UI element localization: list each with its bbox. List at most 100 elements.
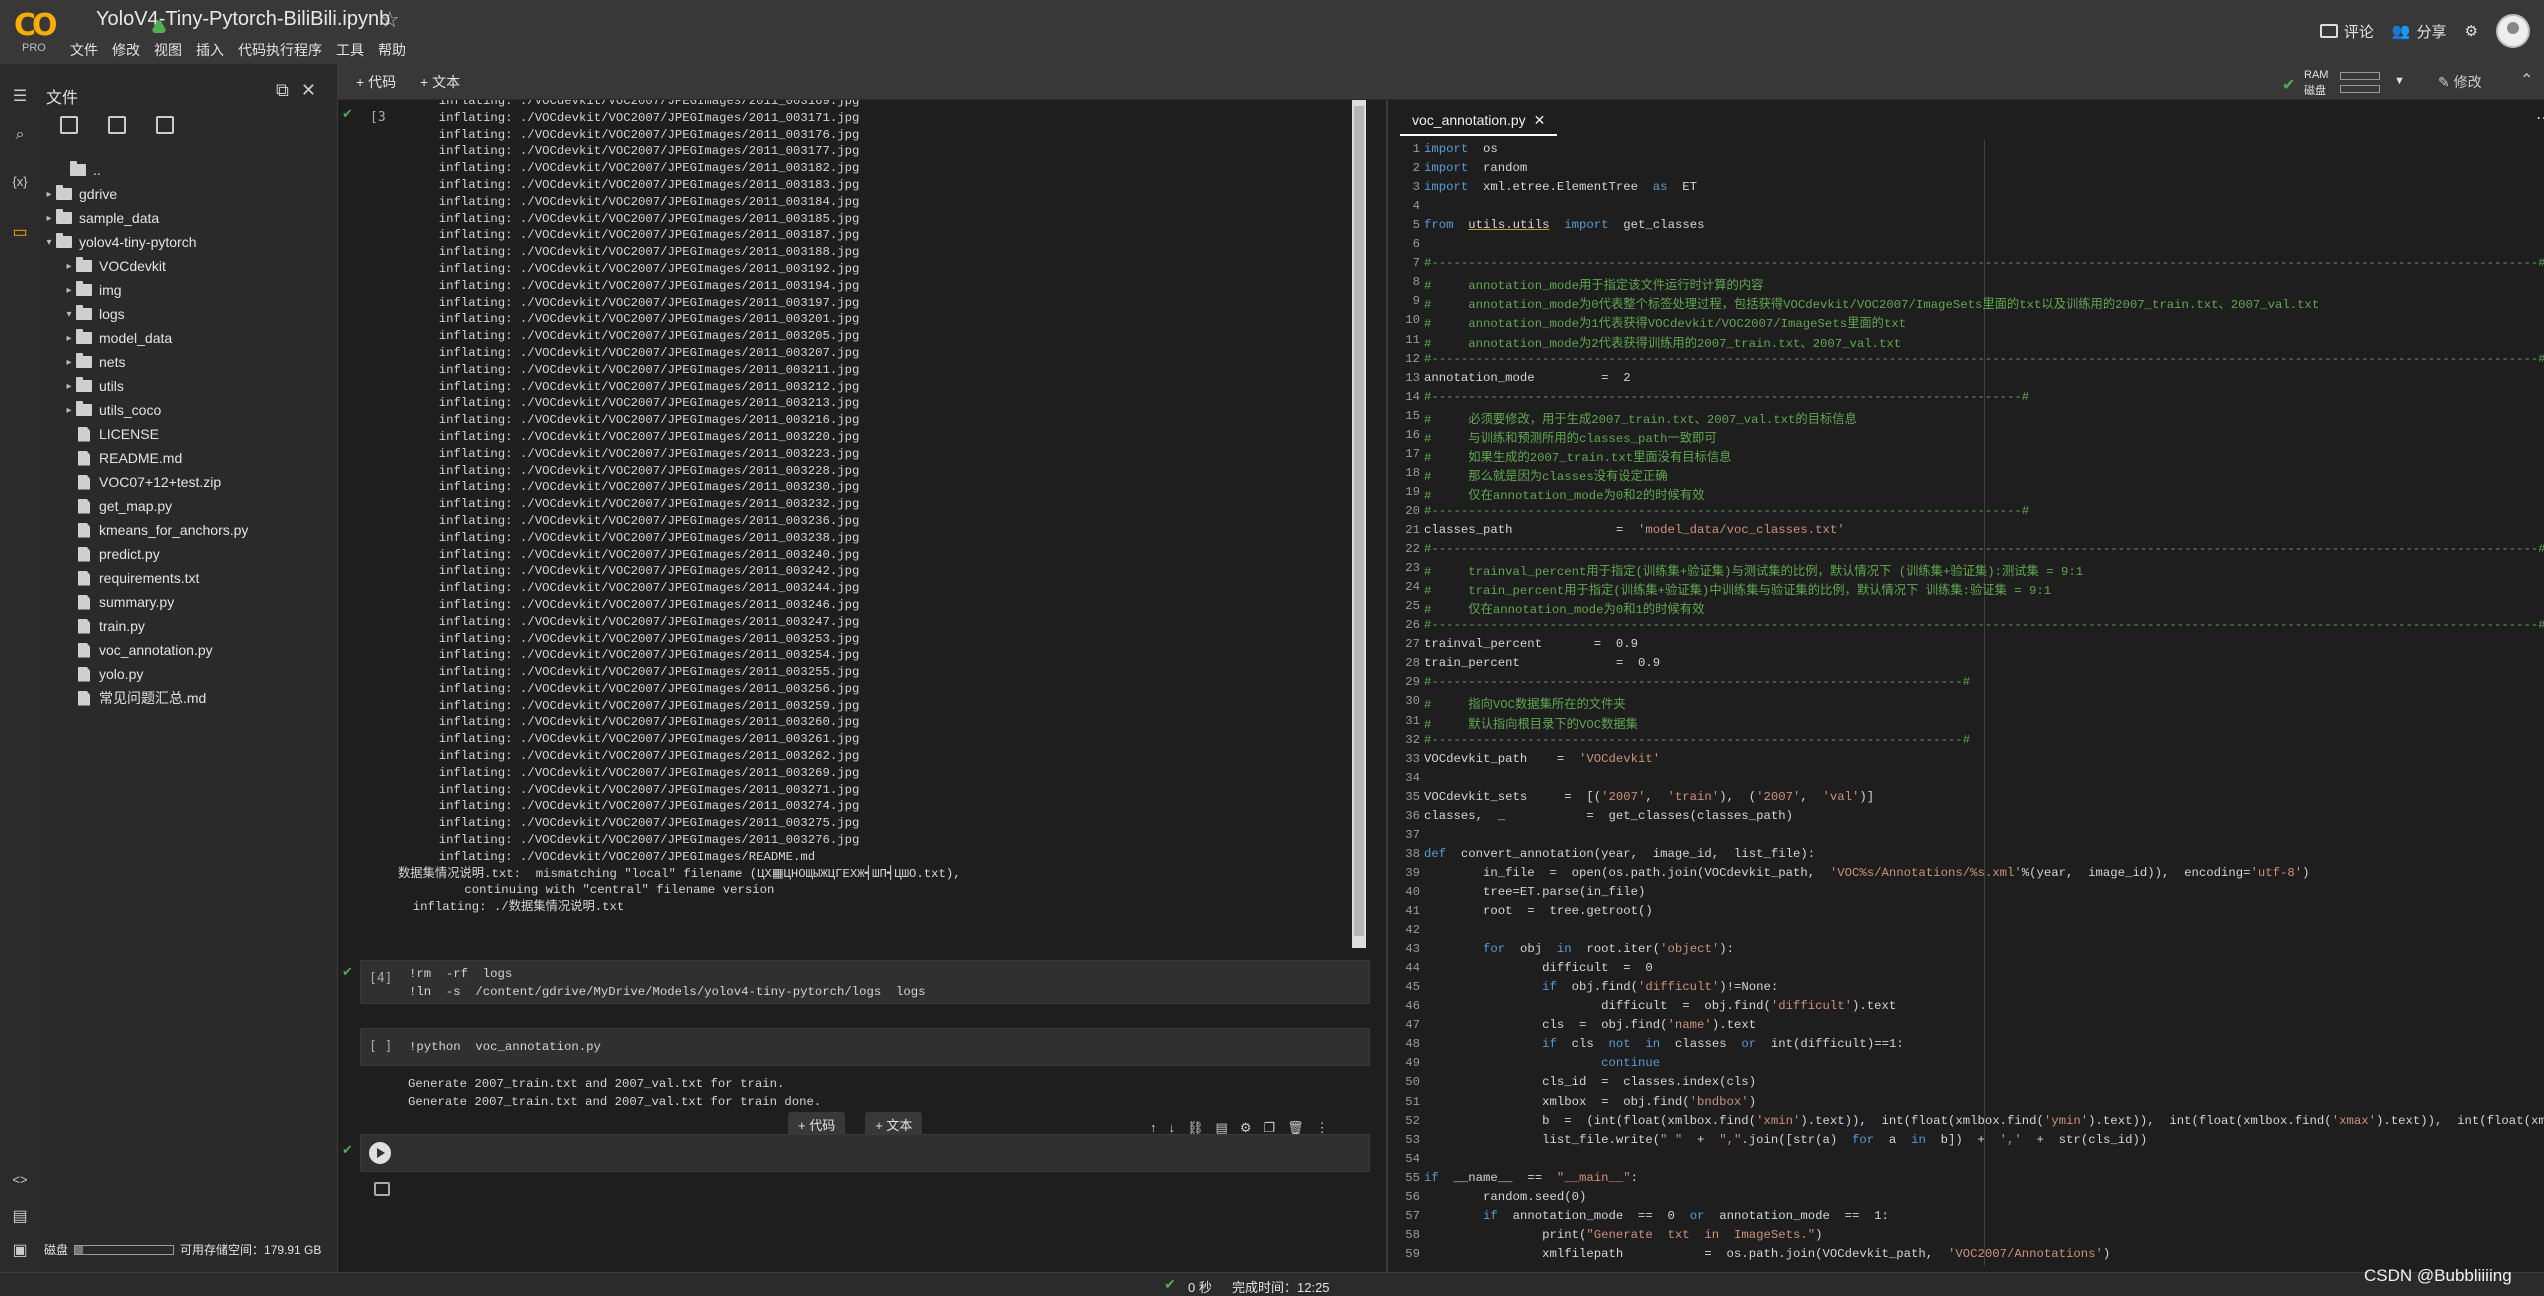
upload-icon[interactable] (60, 116, 78, 134)
menu-item-0[interactable]: 文件 (70, 40, 98, 60)
file-tree-item[interactable]: get_map.py (40, 494, 338, 518)
close-icon[interactable]: ✕ (301, 80, 316, 100)
line-number: 52 (1405, 1113, 1420, 1128)
file-tree-item[interactable]: ▸ utils_coco (40, 398, 338, 422)
chevron-right-icon[interactable]: ▸ (62, 261, 76, 272)
output-scrollbar-thumb[interactable] (1354, 106, 1364, 936)
file-tree-item[interactable]: summary.py (40, 590, 338, 614)
menu-item-4[interactable]: 代码执行程序 (238, 40, 322, 60)
chevron-down-icon[interactable]: ▼ (2394, 75, 2405, 87)
chevron-right-icon[interactable]: ▸ (62, 333, 76, 344)
line-number: 13 (1405, 370, 1420, 385)
menu-item-5[interactable]: 工具 (336, 40, 364, 60)
chevron-right-icon[interactable]: ▸ (42, 189, 56, 200)
code-cell-4[interactable]: [4] !rm -rf logs !ln -s /content/gdrive/M… (360, 960, 1370, 1004)
chevron-down-icon[interactable]: ▾ (42, 237, 56, 248)
collapse-icon[interactable]: ⌃ (2520, 70, 2533, 90)
file-tree-item[interactable]: ▸ gdrive (40, 182, 338, 206)
cell5-code[interactable]: !python voc_annotation.py (409, 1038, 601, 1056)
code-line: #---------------------------------------… (1424, 732, 1971, 747)
menu-item-1[interactable]: 修改 (112, 40, 140, 60)
file-tree-item[interactable]: predict.py (40, 542, 338, 566)
file-tree-item[interactable]: .. (40, 158, 338, 182)
file-tree-label: gdrive (79, 186, 118, 202)
file-tree-item[interactable]: ▸ sample_data (40, 206, 338, 230)
menu-item-3[interactable]: 插入 (196, 40, 224, 60)
file-tree-item[interactable]: ▸ nets (40, 350, 338, 374)
command-palette-icon[interactable]: ▤ (8, 1206, 32, 1230)
search-icon[interactable]: ⌕ (8, 126, 32, 150)
output-scrollbar[interactable] (1352, 100, 1366, 948)
menu-item-2[interactable]: 视图 (154, 40, 182, 60)
output-line: inflating: ./VOCdevkit/VOC2007/JPEGImage… (424, 312, 860, 327)
output-line: inflating: ./VOCdevkit/VOC2007/JPEGImage… (424, 127, 860, 142)
line-number: 59 (1405, 1246, 1420, 1261)
chevron-right-icon[interactable]: ▸ (62, 285, 76, 296)
line-number: 27 (1405, 637, 1420, 652)
file-tree-item[interactable]: VOC07+12+test.zip (40, 470, 338, 494)
settings-button[interactable]: ⚙ (2465, 22, 2478, 40)
folder-icon (76, 281, 92, 296)
run-cell-button[interactable] (369, 1142, 391, 1164)
empty-code-cell[interactable] (360, 1134, 1370, 1172)
edit-button[interactable]: ✎ 修改 (2438, 72, 2482, 92)
new-window-icon[interactable]: ⧉ (276, 80, 289, 100)
file-tree-item[interactable]: train.py (40, 614, 338, 638)
code-line: # 指向VOC数据集所在的文件夹 (1424, 698, 1626, 713)
refresh-icon[interactable] (108, 116, 126, 134)
avatar[interactable] (2496, 14, 2530, 48)
chevron-right-icon[interactable]: ▸ (62, 381, 76, 392)
cell4-code[interactable]: !rm -rf logs !ln -s /content/gdrive/MyDri… (409, 965, 926, 1001)
ram-bar (2340, 72, 2380, 80)
menu-icon[interactable]: ☰ (8, 86, 32, 110)
file-tree-item[interactable]: kmeans_for_anchors.py (40, 518, 338, 542)
line-number: 33 (1405, 751, 1420, 766)
cell6-status-icon: ✔ (342, 1142, 353, 1157)
disk-usage: 磁盘 可用存储空间：179.91 GB (44, 1241, 334, 1258)
add-code-button[interactable]: + 代码 (356, 72, 396, 92)
more-icon[interactable]: ⋯ (2536, 108, 2544, 128)
file-tree-item[interactable]: ▸ model_data (40, 326, 338, 350)
folder-icon[interactable]: ▭ (8, 222, 32, 246)
code-snippets-icon[interactable]: <> (8, 1172, 32, 1196)
output-icon[interactable] (374, 1182, 390, 1196)
terminal-icon[interactable]: ▣ (8, 1240, 32, 1264)
variables-icon[interactable]: {x} (8, 174, 32, 198)
comment-button[interactable]: 评论 (2319, 21, 2374, 42)
output-line: 数据集情况说明.txt: mismatching "local" filenam… (398, 866, 961, 881)
code-line: # train_percent用于指定(训练集+验证集)中训练集与验证集的比例，… (1424, 584, 2052, 599)
chevron-right-icon[interactable]: ▸ (62, 357, 76, 368)
colab-logo[interactable]: CO PRO (12, 8, 60, 54)
cell4-status-icon: ✔ (342, 964, 353, 979)
output-line: inflating: ./VOCdevkit/VOC2007/JPEGImage… (424, 665, 860, 680)
file-tree-item[interactable]: requirements.txt (40, 566, 338, 590)
file-tree-item[interactable]: LICENSE (40, 422, 338, 446)
resource-indicator[interactable]: ✔ RAM 磁盘 ▼ (2282, 67, 2422, 97)
add-text-button[interactable]: + 文本 (420, 72, 460, 92)
file-tree-item[interactable]: 常见问题汇总.md (40, 686, 338, 710)
line-number: 18 (1405, 465, 1420, 480)
chevron-right-icon[interactable]: ▸ (62, 405, 76, 416)
file-tree-item[interactable]: ▸ img (40, 278, 338, 302)
notebook-title[interactable]: YoloV4-Tiny-Pytorch-BiliBili.ipynb (76, 8, 390, 33)
file-tree-item[interactable]: ▾ yolov4-tiny-pytorch (40, 230, 338, 254)
file-tree-item[interactable]: yolo.py (40, 662, 338, 686)
output-line: inflating: ./VOCdevkit/VOC2007/JPEGImage… (424, 698, 860, 713)
chevron-right-icon[interactable]: ▸ (42, 213, 56, 224)
file-tree-item[interactable]: voc_annotation.py (40, 638, 338, 662)
file-tree-item[interactable]: ▾ logs (40, 302, 338, 326)
share-button[interactable]: 👥 分享 (2392, 21, 2447, 42)
code-cell-5[interactable]: [ ] !python voc_annotation.py (360, 1028, 1370, 1066)
file-tree-item[interactable]: README.md (40, 446, 338, 470)
close-tab-icon[interactable]: ✕ (1534, 112, 1546, 128)
line-number: 48 (1405, 1037, 1420, 1052)
file-tree-item[interactable]: ▸ VOCdevkit (40, 254, 338, 278)
menu-item-6[interactable]: 帮助 (378, 40, 406, 60)
code-line: # annotation_mode为2代表获得训练用的2007_train.tx… (1424, 336, 1902, 351)
editor-code[interactable]: 1 import os 2 import random 3 import xml.etre… (1398, 140, 2544, 1266)
star-icon[interactable]: ☆ (380, 7, 400, 33)
tab-voc-annotation[interactable]: voc_annotation.py ✕ (1400, 104, 1558, 136)
file-tree-item[interactable]: ▸ utils (40, 374, 338, 398)
mount-drive-icon[interactable] (156, 116, 174, 134)
chevron-down-icon[interactable]: ▾ (62, 309, 76, 320)
